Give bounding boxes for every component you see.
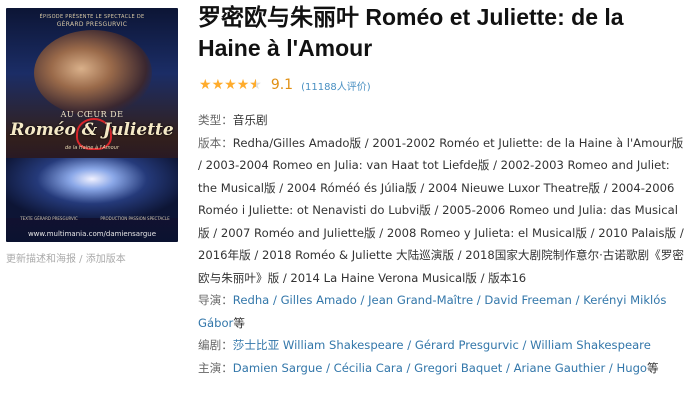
poster-credit-right: PRODUCTION PASSION SPECTACLE bbox=[100, 216, 170, 221]
poster-couple-art bbox=[34, 30, 152, 116]
version-row: 版本：Redha/Gilles Amado版 / 2001-2002 Roméo… bbox=[198, 132, 684, 290]
cast-separator: / bbox=[322, 360, 334, 375]
poster-links: 更新描述和海报 / 添加版本 bbox=[6, 250, 126, 265]
rating-count: (11188人评价) bbox=[301, 78, 371, 93]
poster-subtitle: de la Haine à l'Amour bbox=[65, 145, 119, 151]
director-separator: / bbox=[269, 293, 281, 307]
cast-link[interactable]: Cécilia Cara bbox=[334, 361, 403, 375]
cast-link[interactable]: Gregori Baquet bbox=[414, 361, 502, 375]
cast-row: 主演：Damien Sargue / Cécilia Cara / Gregor… bbox=[198, 357, 684, 380]
cast-separator: / bbox=[502, 360, 514, 375]
director-label: 导演： bbox=[198, 293, 233, 307]
type-row: 类型：音乐剧 bbox=[198, 109, 684, 132]
director-separator: / bbox=[473, 293, 485, 307]
rating-stars: ★★★★★ bbox=[199, 77, 262, 93]
poster-image[interactable]: ÉPISODE PRÉSENTE LE SPECTACLE DE GÉRARD … bbox=[6, 8, 178, 242]
type-value: 音乐剧 bbox=[232, 113, 268, 127]
rating-score: 9.1 bbox=[270, 77, 294, 93]
info-block: 类型：音乐剧 版本：Redha/Gilles Amado版 / 2001-200… bbox=[198, 109, 684, 379]
star-icon: ★ bbox=[199, 77, 212, 93]
cast-suffix: 等 bbox=[647, 360, 659, 375]
add-version-link[interactable]: 添加版本 bbox=[86, 254, 126, 265]
writer-link[interactable]: Gérard Presgurvic bbox=[415, 338, 519, 352]
poster-stage-art bbox=[6, 158, 178, 218]
poster-producer-name: GÉRARD PRESGURVIC bbox=[56, 21, 128, 28]
update-description-link[interactable]: 更新描述和海报 bbox=[6, 254, 76, 265]
writer-separator: / bbox=[518, 338, 531, 352]
director-link[interactable]: David Freeman bbox=[484, 293, 572, 307]
star-icon: ★ bbox=[211, 77, 225, 93]
writer-link[interactable]: William Shakespeare bbox=[530, 338, 651, 352]
director-separator: / bbox=[571, 293, 584, 307]
writer-row: 编剧：莎士比亚 William Shakespeare / Gérard Pre… bbox=[198, 334, 684, 357]
cast-link[interactable]: Hugo bbox=[617, 361, 648, 375]
rating-block: ★★★★★ 9.1 (11188人评价) bbox=[199, 75, 371, 95]
poster-credit-left: TEXTE GÉRARD PRESGURVIC bbox=[20, 216, 78, 221]
director-row: 导演：Redha / Gilles Amado / Jean Grand-Maî… bbox=[198, 289, 684, 334]
poster-site: www.multimania.com/damiensargue bbox=[27, 230, 157, 238]
director-suffix: 等 bbox=[233, 315, 245, 330]
version-text: Redha/Gilles Amado版 / 2001-2002 Roméo et… bbox=[198, 135, 684, 285]
director-link[interactable]: Jean Grand-Maître bbox=[368, 293, 473, 307]
director-link[interactable]: Redha bbox=[233, 293, 269, 307]
director-link[interactable]: Gilles Amado bbox=[281, 293, 357, 307]
version-label: 版本： bbox=[198, 135, 233, 150]
writer-link[interactable]: 莎士比亚 William Shakespeare bbox=[233, 338, 404, 352]
cast-separator: / bbox=[402, 360, 415, 375]
star-icon: ★ bbox=[236, 77, 250, 93]
poster-logo: Roméo & Juliette bbox=[10, 120, 174, 140]
star-icon: ★ bbox=[224, 77, 237, 93]
poster-producer-line: ÉPISODE PRÉSENTE LE SPECTACLE DE bbox=[39, 14, 145, 20]
writer-label: 编剧： bbox=[198, 338, 233, 352]
director-separator: / bbox=[356, 293, 369, 307]
rating-count-link[interactable]: (11188人评价) bbox=[301, 82, 371, 93]
page-title: 罗密欧与朱丽叶 Roméo et Juliette: de la Haine à… bbox=[198, 4, 624, 61]
cast-link[interactable]: Damien Sargue bbox=[233, 361, 323, 375]
type-label: 类型： bbox=[198, 113, 233, 127]
half-star-icon: ★ bbox=[249, 77, 262, 93]
cast-link[interactable]: Ariane Gauthier bbox=[514, 361, 606, 375]
poster-links-separator: / bbox=[76, 254, 86, 265]
cast-separator: / bbox=[605, 360, 617, 375]
writer-separator: / bbox=[403, 338, 415, 352]
cast-label: 主演： bbox=[198, 360, 233, 375]
